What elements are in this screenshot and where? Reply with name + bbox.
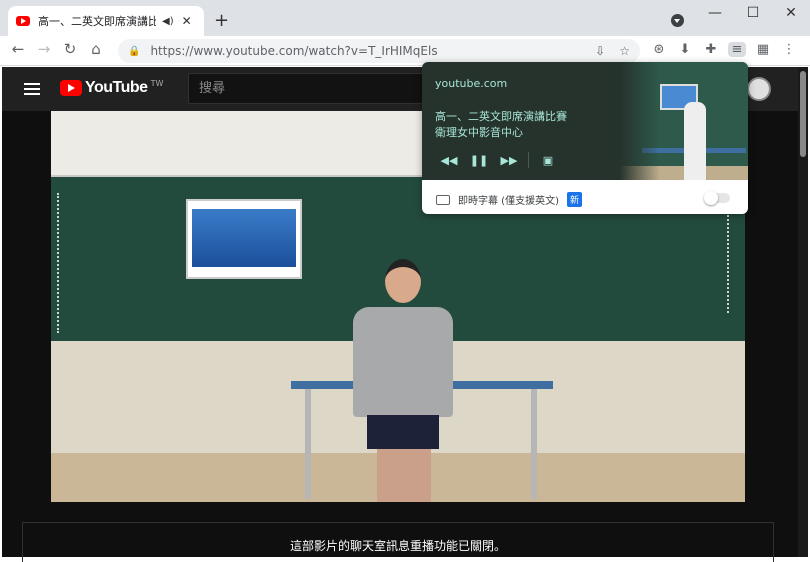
pause-icon[interactable]: ❚❚ [464,154,494,167]
forward-button[interactable]: → [34,40,54,58]
youtube-wordmark: YouTube [85,79,148,96]
media-popup-header: youtube.com 高一、二英文即席演講比賽 衛理女中影音中心 ◀◀ ❚❚ … [422,62,748,180]
youtube-favicon-icon [16,16,30,26]
search-input[interactable]: 搜尋 [188,73,438,104]
profile-icon[interactable]: ▦ [754,42,772,57]
video-chalk-writing-right [727,203,737,313]
minimize-button[interactable]: — [696,0,734,28]
media-thumbnail [620,62,748,180]
home-button[interactable]: ⌂ [86,40,106,58]
live-caption-row: 即時字幕 (僅支援英文) 新 [436,192,582,207]
tab-title: 高一、二英文即席演講比賽 - [38,15,156,28]
reload-button[interactable]: ↻ [60,40,80,58]
live-caption-toggle[interactable] [704,191,730,205]
extensions-puzzle-icon[interactable]: ✚ [702,42,720,57]
tab-strip: 高一、二英文即席演講比賽 - ◀) ✕ + — ☐ ✕ [0,0,810,36]
controls-divider [528,152,529,168]
media-control-icon[interactable]: ≡ [728,42,746,57]
media-control-popup: youtube.com 高一、二英文即席演講比賽 衛理女中影音中心 ◀◀ ❚❚ … [422,62,748,214]
new-badge: 新 [566,192,582,207]
back-button[interactable]: ← [8,40,28,58]
avatar[interactable] [747,77,771,101]
chat-replay-notice: 這部影片的聊天室訊息重播功能已關閉。 [22,522,774,562]
video-table-leg [531,389,537,499]
bookmark-star-icon[interactable]: ☆ [619,44,630,58]
picture-in-picture-icon[interactable]: ▣ [533,154,563,167]
video-table-leg [305,389,311,499]
close-window-button[interactable]: ✕ [772,0,810,28]
video-speaker [347,259,457,502]
new-tab-button[interactable]: + [214,10,229,31]
youtube-play-icon [60,80,82,96]
youtube-logo[interactable]: YouTube TW [60,79,163,97]
video-chalk-writing [57,193,67,333]
captions-icon [436,194,450,205]
live-caption-label: 即時字幕 (僅支援英文) [458,196,559,207]
downloads-icon[interactable]: ⬇ [676,42,694,57]
video-poster [186,199,302,279]
speaker-icon[interactable]: ◀) [162,16,174,27]
extension-icon[interactable]: ⊛ [650,42,668,57]
next-track-icon[interactable]: ▶▶ [494,154,524,167]
maximize-button[interactable]: ☐ [734,0,772,28]
tab-youtube[interactable]: 高一、二英文即席演講比賽 - ◀) ✕ [8,6,204,36]
media-title: 高一、二英文即席演講比賽 [435,110,567,123]
tab-close-icon[interactable]: ✕ [182,14,192,28]
url-text[interactable]: https://www.youtube.com/watch?v=T_IrHIMq… [150,44,581,58]
address-bar[interactable]: 🔒 https://www.youtube.com/watch?v=T_IrHI… [118,39,640,63]
page-scrollbar[interactable] [798,67,808,557]
media-controls: ◀◀ ❚❚ ▶▶ ▣ [434,152,563,168]
lock-icon[interactable]: 🔒 [128,46,140,57]
menu-dots-icon[interactable]: ⋮ [780,42,798,57]
previous-track-icon[interactable]: ◀◀ [434,154,464,167]
region-code: TW [150,78,164,88]
media-artist: 衛理女中影音中心 [435,126,523,139]
hamburger-menu-icon[interactable] [24,83,40,98]
window-controls: — ☐ ✕ [696,0,810,28]
tab-search-icon[interactable] [671,14,684,27]
install-icon[interactable]: ⇩ [595,44,605,58]
media-source-site: youtube.com [435,77,508,90]
